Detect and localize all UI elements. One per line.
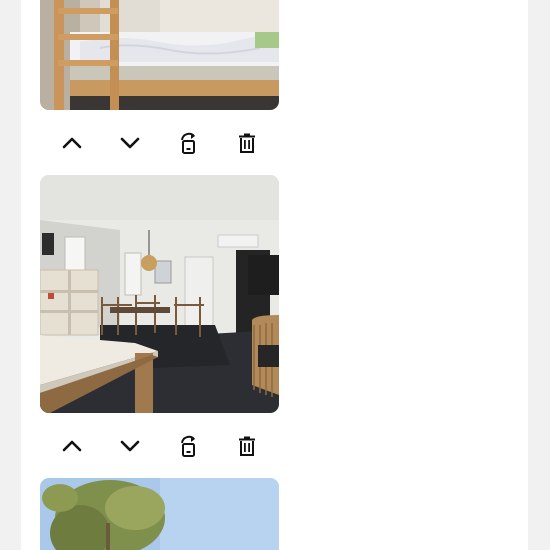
living-room-image <box>40 175 279 413</box>
chevron-down-icon <box>120 137 140 149</box>
rotate-icon <box>181 435 195 457</box>
trees-sky-image <box>40 478 279 550</box>
rotate-icon <box>181 132 195 154</box>
photo-editor-panel <box>21 0 528 550</box>
rotate-button[interactable] <box>171 428 207 464</box>
chevron-down-icon <box>120 440 140 452</box>
photo-thumbnail[interactable] <box>40 478 279 550</box>
trash-icon <box>239 436 255 456</box>
photo-toolbar <box>40 125 279 161</box>
trash-icon <box>239 133 255 153</box>
photo-thumbnail[interactable] <box>40 175 279 413</box>
chevron-up-icon <box>62 440 82 452</box>
rotate-button[interactable] <box>171 125 207 161</box>
bunk-bed-image <box>40 0 279 110</box>
move-down-button[interactable] <box>112 125 148 161</box>
move-down-button[interactable] <box>112 428 148 464</box>
chevron-up-icon <box>62 137 82 149</box>
photo-thumbnail[interactable] <box>40 0 279 110</box>
delete-button[interactable] <box>229 125 265 161</box>
move-up-button[interactable] <box>54 125 90 161</box>
move-up-button[interactable] <box>54 428 90 464</box>
photo-toolbar <box>40 428 279 464</box>
delete-button[interactable] <box>229 428 265 464</box>
